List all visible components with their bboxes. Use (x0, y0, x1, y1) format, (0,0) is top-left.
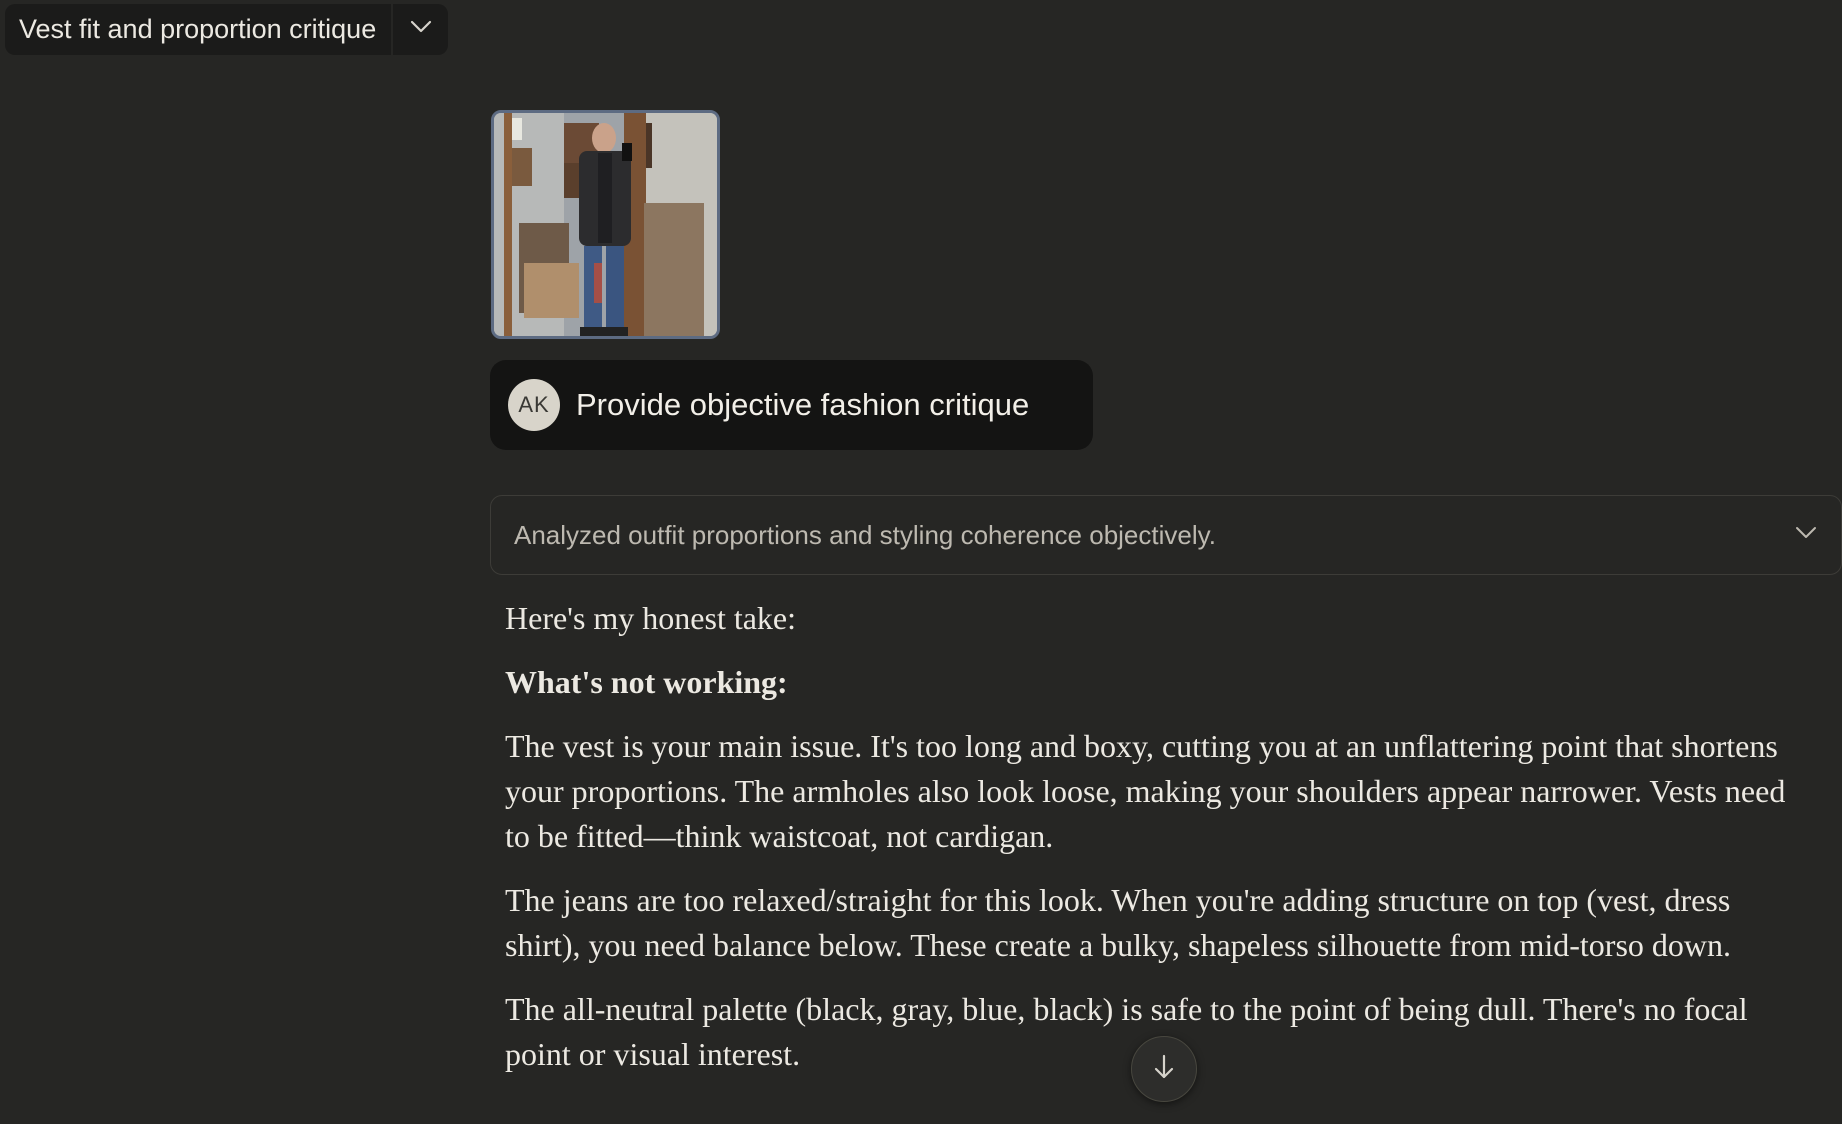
response-paragraph: The vest is your main issue. It's too lo… (505, 728, 1786, 854)
user-message-bubble: AK Provide objective fashion critique (490, 360, 1093, 450)
chevron-down-icon (1795, 526, 1817, 545)
assistant-response: Here's my honest take: What's not workin… (505, 596, 1805, 1096)
chevron-down-icon (410, 20, 432, 39)
response-paragraph: The jeans are too relaxed/straight for t… (505, 882, 1732, 963)
response-intro: Here's my honest take: (505, 600, 797, 636)
response-heading: What's not working: (505, 664, 788, 700)
thinking-summary-toggle[interactable]: Analyzed outfit proportions and styling … (490, 495, 1842, 575)
conversation-title[interactable]: Vest fit and proportion critique (5, 4, 391, 55)
conversation-title-chip: Vest fit and proportion critique (5, 4, 449, 55)
avatar: AK (508, 379, 560, 431)
arrow-down-icon (1152, 1053, 1176, 1086)
user-message-text: Provide objective fashion critique (576, 387, 1030, 422)
thinking-summary-text: Analyzed outfit proportions and styling … (514, 519, 1216, 550)
attached-photo-thumbnail[interactable] (491, 110, 720, 339)
scroll-to-bottom-button[interactable] (1131, 1036, 1197, 1102)
title-menu-button[interactable] (393, 4, 448, 55)
